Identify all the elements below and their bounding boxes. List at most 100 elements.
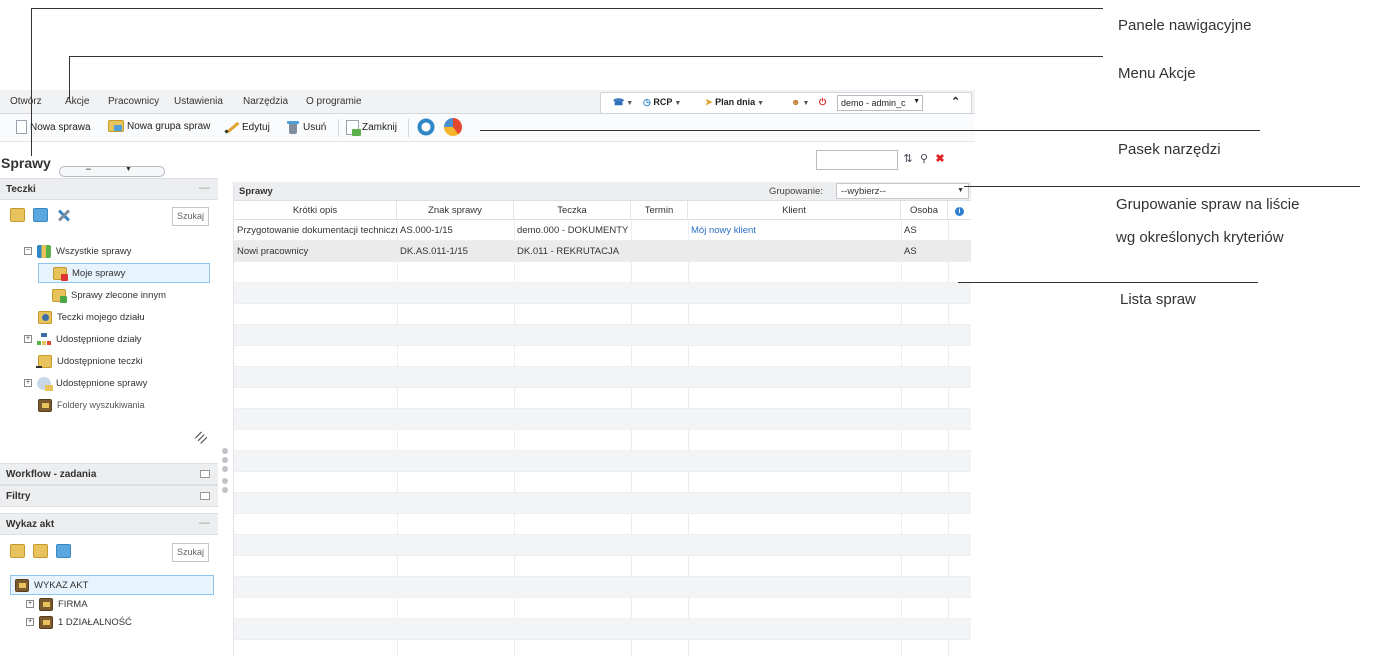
document-icon — [16, 120, 27, 134]
collapse-icon[interactable]: − — [24, 247, 32, 255]
panel-toggle-pill[interactable]: ━ ▼ — [59, 165, 165, 177]
grouping-select[interactable]: --wybierz-- ▼ — [836, 183, 969, 199]
report-button[interactable] — [444, 118, 462, 136]
table-row[interactable] — [234, 409, 971, 430]
pencil-icon — [224, 120, 239, 135]
table-row[interactable] — [234, 598, 971, 619]
tree-item-wykaz-akt[interactable]: WYKAZ AKT — [10, 575, 214, 595]
panel-filtry-header[interactable]: Filtry — [0, 485, 218, 507]
add-folder-icon[interactable] — [10, 208, 25, 222]
panel-wykaz-header[interactable]: Wykaz akt — — [0, 513, 218, 535]
user-menu-button[interactable]: ☻ ▼ — [791, 97, 809, 107]
tree-item-foldery-wyszukiwania[interactable]: Foldery wyszukiwania — [38, 395, 145, 415]
table-row[interactable] — [234, 640, 971, 656]
table-row[interactable] — [234, 367, 971, 388]
table-row[interactable] — [234, 430, 971, 451]
teczki-search-button[interactable]: Szukaj — [172, 207, 209, 226]
column-header-teczka[interactable]: Teczka — [514, 201, 631, 220]
table-cell: Nowi pracownicy — [237, 246, 309, 257]
expand-icon[interactable]: + — [24, 379, 32, 387]
table-row[interactable] — [234, 514, 971, 535]
table-row[interactable] — [234, 283, 971, 304]
clear-icon[interactable]: ✖ — [933, 151, 947, 167]
table-row[interactable] — [234, 262, 971, 283]
splitter-dot — [222, 466, 228, 472]
table-cell: AS.000-1/15 — [400, 225, 453, 236]
tree-item-label: Teczki mojego działu — [57, 311, 145, 323]
tree-item-udostepnione-teczki[interactable]: Udostępnione teczki — [36, 351, 143, 371]
column-info[interactable]: i — [948, 201, 971, 220]
table-cell[interactable]: Mój nowy klient — [688, 220, 901, 241]
close-button[interactable]: Zamknij — [346, 120, 397, 136]
table-row[interactable] — [234, 346, 971, 367]
panel-splitter[interactable] — [222, 448, 228, 496]
tree-item-moje-sprawy[interactable]: Moje sprawy — [38, 263, 210, 283]
table-row[interactable] — [234, 619, 971, 640]
tree-item-sprawy-zlecone[interactable]: Sprawy zlecone innym — [52, 285, 166, 305]
resize-grip-icon[interactable]: ☰ — [193, 429, 211, 447]
sort-icon[interactable]: ⇅ — [901, 151, 915, 167]
tree-item-wszystkie-sprawy[interactable]: − Wszystkie sprawy — [24, 241, 131, 261]
table-row[interactable]: Przygotowanie dokumentacji technicznej AS… — [234, 220, 971, 241]
expand-icon[interactable]: + — [24, 335, 32, 343]
table-row[interactable] — [234, 304, 971, 325]
column-header-krotki-opis[interactable]: Krótki opis — [234, 201, 397, 220]
power-icon[interactable]: ⏻ — [819, 97, 826, 108]
column-header-termin[interactable]: Termin — [631, 201, 688, 220]
menu-ustawienia[interactable]: Ustawienia — [174, 96, 223, 107]
tree-item-udostepnione-sprawy[interactable]: + Udostępnione sprawy — [24, 373, 147, 393]
table-row[interactable] — [234, 388, 971, 409]
phone-dropdown-button[interactable]: ☎ ▼ — [613, 97, 633, 108]
panel-teczki-header[interactable]: Teczki — — [0, 178, 218, 200]
search-input[interactable] — [816, 150, 898, 170]
expand-icon[interactable]: + — [26, 600, 34, 608]
table-row[interactable] — [234, 325, 971, 346]
tree-item-udostepnione-dzialy[interactable]: + Udostępnione działy — [24, 329, 142, 349]
panel-workflow-header[interactable]: Workflow - zadania — [0, 463, 218, 485]
expand-icon[interactable]: + — [26, 618, 34, 626]
rcp-dropdown-button[interactable]: ◷ RCP ▼ — [643, 97, 681, 108]
restore-icon[interactable] — [200, 492, 210, 500]
refresh-button[interactable] — [417, 118, 435, 136]
callout-menu-akcje: Menu Akcje — [1118, 65, 1196, 82]
menu-o-programie[interactable]: O programie — [306, 96, 362, 107]
plan-dnia-dropdown-button[interactable]: ➤ Plan dnia ▼ — [705, 97, 764, 108]
tree-item-teczki-dzialu[interactable]: Teczki mojego działu — [38, 307, 145, 327]
panel-workflow-title: Workflow - zadania — [6, 469, 97, 480]
splitter-dot — [222, 478, 228, 484]
collapse-up-icon[interactable]: ⌃ — [951, 95, 960, 108]
clock-icon: ◷ — [643, 97, 651, 107]
tree-item-dzialalnosc[interactable]: +1 DZIAŁALNOŚĆ — [26, 612, 132, 632]
refresh-folder-icon[interactable] — [33, 208, 48, 222]
table-row[interactable] — [234, 577, 971, 598]
column-header-znak-sprawy[interactable]: Znak sprawy — [397, 201, 514, 220]
refresh-folder-icon[interactable] — [56, 544, 71, 558]
minimize-icon[interactable]: — — [199, 517, 210, 529]
menu-narzedzia[interactable]: Narzędzia — [243, 96, 288, 107]
new-group-button[interactable]: Nowa grupa spraw — [108, 120, 210, 132]
table-row[interactable] — [234, 493, 971, 514]
search-icon[interactable]: ⚲ — [917, 151, 931, 167]
restore-icon[interactable] — [200, 470, 210, 478]
edit-button[interactable]: Edytuj — [224, 120, 270, 135]
column-header-osoba[interactable]: Osoba — [901, 201, 948, 220]
add-folder-icon[interactable] — [10, 544, 25, 558]
table-row[interactable] — [234, 535, 971, 556]
column-header-klient[interactable]: Klient — [688, 201, 901, 220]
wykaz-search-button[interactable]: Szukaj — [172, 543, 209, 562]
table-row[interactable] — [234, 451, 971, 472]
delete-button[interactable]: Usuń — [286, 120, 326, 135]
table-row[interactable] — [234, 472, 971, 493]
new-case-button[interactable]: Nowa sprawa — [16, 120, 91, 134]
user-select[interactable]: demo - admin_c ▼ — [837, 95, 923, 111]
tree-item-firma[interactable]: + FIRMA — [26, 594, 88, 614]
application-window: Otwórz Akcje Pracownicy Ustawienia Narzę… — [0, 90, 975, 656]
menu-pracownicy[interactable]: Pracownicy — [108, 96, 159, 107]
copy-folder-icon[interactable] — [33, 544, 48, 558]
menu-otworz[interactable]: Otwórz — [10, 96, 42, 107]
table-row[interactable] — [234, 556, 971, 577]
minimize-icon[interactable]: — — [199, 182, 210, 194]
tools-icon[interactable] — [56, 208, 71, 222]
panel-filtry-title: Filtry — [6, 491, 31, 502]
table-row[interactable]: Nowi pracownicy DK.AS.011-1/15 DK.011 - RE… — [234, 241, 971, 262]
